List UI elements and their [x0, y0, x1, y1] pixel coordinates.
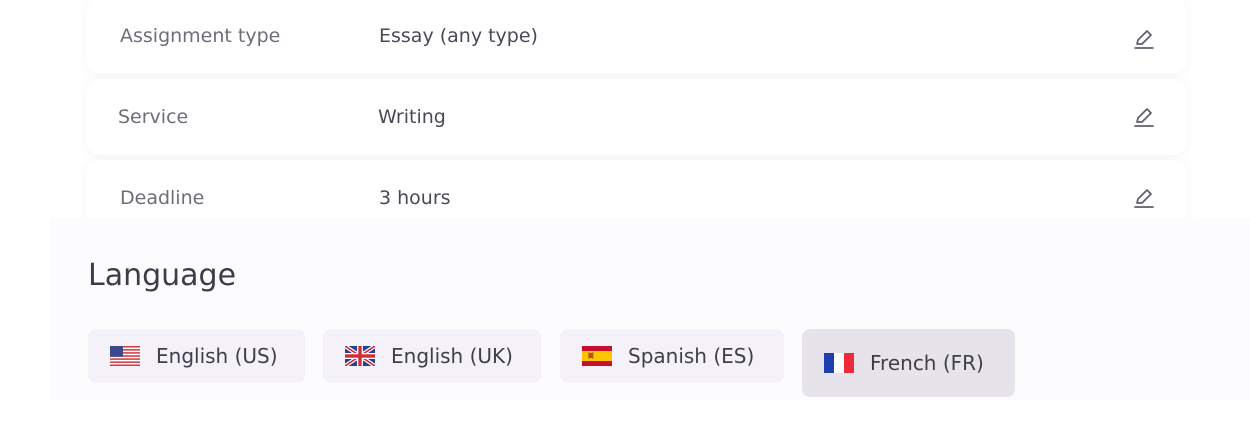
- edit-deadline-button[interactable]: [1131, 185, 1157, 211]
- language-option-label: Spanish (ES): [628, 344, 755, 368]
- us-flag-icon: [110, 346, 140, 366]
- language-section: Language English (US) English (UK) Spani…: [50, 218, 1250, 400]
- service-label: Service: [118, 106, 189, 128]
- language-option-english-us[interactable]: English (US): [88, 329, 305, 383]
- language-option-label: English (UK): [391, 344, 513, 368]
- deadline-label: Deadline: [120, 187, 205, 209]
- deadline-value: 3 hours: [379, 187, 451, 209]
- spain-flag-icon: [582, 346, 612, 366]
- language-option-french-fr[interactable]: French (FR): [802, 329, 1015, 397]
- edit-service-button[interactable]: [1131, 104, 1157, 130]
- france-flag-icon: [824, 353, 854, 373]
- language-option-label: French (FR): [870, 351, 984, 375]
- assignment-type-row: Assignment type Essay (any type): [86, 0, 1187, 74]
- language-option-english-uk[interactable]: English (UK): [323, 329, 541, 383]
- service-row: Service Writing: [86, 79, 1187, 155]
- order-form-page: Assignment type Essay (any type) Service…: [0, 0, 1250, 434]
- language-option-label: English (US): [156, 344, 278, 368]
- language-option-spanish-es[interactable]: Spanish (ES): [560, 329, 784, 383]
- pencil-edit-icon: [1134, 108, 1154, 127]
- uk-flag-icon: [345, 346, 375, 366]
- pencil-edit-icon: [1134, 30, 1154, 49]
- service-value: Writing: [378, 106, 446, 128]
- edit-assignment-type-button[interactable]: [1131, 26, 1157, 52]
- language-title: Language: [88, 258, 237, 293]
- assignment-type-label: Assignment type: [120, 25, 281, 47]
- assignment-type-value: Essay (any type): [379, 25, 538, 47]
- pencil-edit-icon: [1134, 189, 1154, 208]
